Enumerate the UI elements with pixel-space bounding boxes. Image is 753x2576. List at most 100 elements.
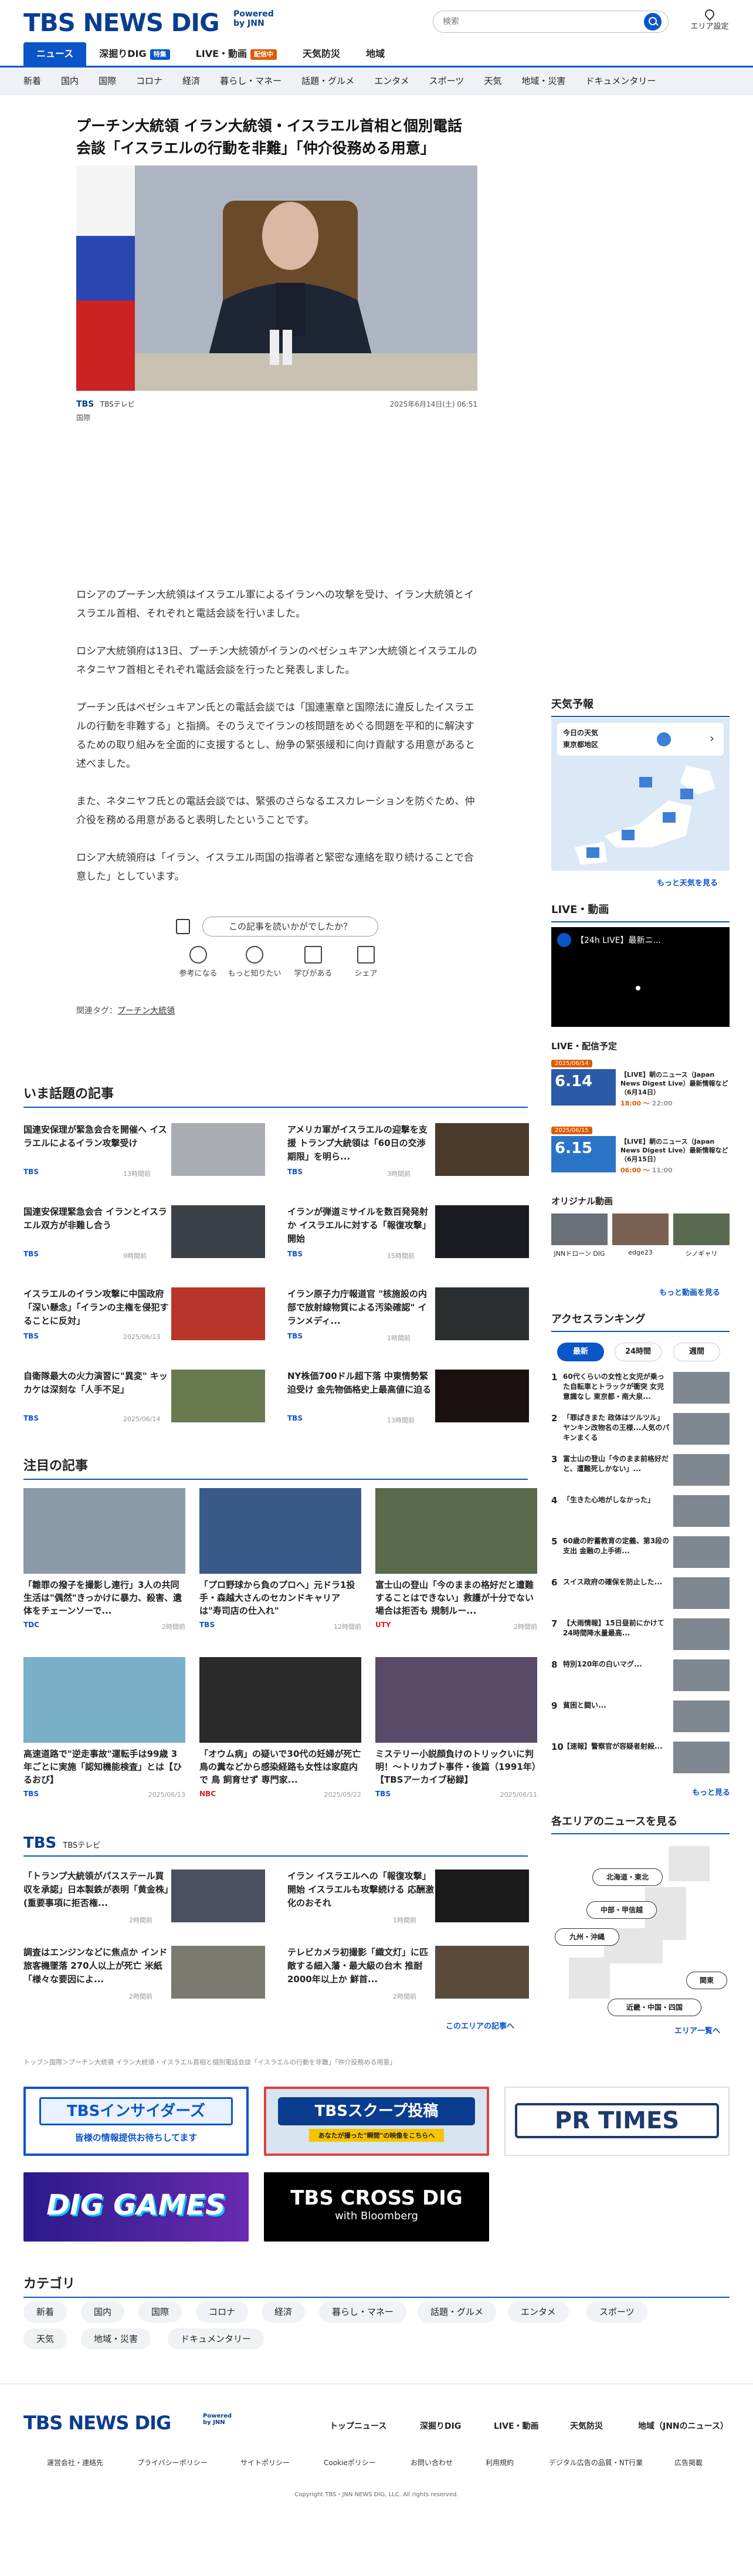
tbs-card[interactable]: 調査はエンジンなどに焦点か インド旅客機墜落 270人以上が死亡 米紙「様々な要… bbox=[23, 1946, 265, 2002]
category-chip[interactable]: 地域・災害 bbox=[81, 2328, 151, 2349]
search-icon[interactable] bbox=[644, 13, 662, 31]
area-button[interactable]: 中部・甲信越 bbox=[586, 1901, 657, 1919]
featured-card[interactable]: 「雛罪の撥子を撮影し連行」3人の共同生活は"偶然"きっかけに暴力、殺害、遺体をチ… bbox=[23, 1488, 185, 1647]
weather-more-link[interactable]: もっと天気を見る bbox=[657, 877, 718, 888]
trending-card[interactable]: イランが弾道ミサイルを数百発発射か イスラエルに対する「報復攻撃」開始 TBS 15… bbox=[287, 1205, 529, 1262]
ranking-item[interactable]: 4 「生きた心地がしなかった」 bbox=[551, 1495, 730, 1530]
category-chip[interactable]: 経済 bbox=[262, 2301, 306, 2323]
footer-nav-item[interactable]: トップニュース bbox=[330, 2420, 386, 2432]
trending-card[interactable]: 国連安保理が緊急会合を開催へ イスラエルによるイラン攻撃受け TBS 13時間前 bbox=[23, 1123, 265, 1179]
tag-link[interactable]: プーチン大統領 bbox=[117, 1006, 175, 1016]
schedule-item[interactable]: 2025/06/15 6.15 【LIVE】朝のニュース（Japan News … bbox=[551, 1123, 730, 1176]
original-video[interactable] bbox=[612, 1213, 669, 1245]
ranking-tab-24h[interactable]: 24時間 bbox=[615, 1343, 662, 1361]
nav-region[interactable]: 地域 bbox=[353, 42, 398, 66]
footer-link[interactable]: プライバシーポリシー bbox=[137, 2457, 208, 2467]
ranking-item[interactable]: 7 【大雨情報】15日昼前にかけて 24時間降水量最高... bbox=[551, 1618, 730, 1654]
tbs-card[interactable]: イラン イスラエルへの「報復攻撃」開始 イスラエルも攻撃続ける 応酬激化のおそれ… bbox=[287, 1870, 529, 1926]
featured-card[interactable]: 富士山の登山「今のままの格好だと遭難することはできない」救護が十分でない場合は拒… bbox=[375, 1488, 537, 1647]
reaction-more[interactable]: もっと知りたい bbox=[225, 946, 284, 978]
subnav-item[interactable]: コロナ bbox=[136, 67, 162, 95]
trending-card[interactable]: アメリカ軍がイスラエルの迎撃を支援 トランプ大統領は「60日の交渉期限」を明ら.… bbox=[287, 1123, 529, 1179]
footer-nav-item[interactable]: LIVE・動画 bbox=[494, 2420, 539, 2432]
reaction-learn[interactable]: 学びがある bbox=[284, 946, 342, 978]
breadcrumb[interactable]: トップ＞国際＞プーチン大統領 イラン大統領・イスラエル首相と個別電話会談「イスラ… bbox=[23, 2057, 727, 2067]
nav-live[interactable]: LIVE・動画 配信中 bbox=[183, 42, 290, 66]
footer-link[interactable]: サイトポリシー bbox=[240, 2457, 290, 2467]
original-more-link[interactable]: もっと動画を見る bbox=[659, 1286, 720, 1297]
subnav-item[interactable]: 国際 bbox=[99, 67, 116, 95]
weather-widget[interactable]: 今日の天気 東京都地区 › bbox=[551, 718, 730, 871]
category-chip[interactable]: 新着 bbox=[23, 2301, 67, 2323]
ranking-item[interactable]: 6 スイス政府の確保を防止した... bbox=[551, 1577, 730, 1612]
trending-card[interactable]: NY株価700ドル超下落 中東情勢緊迫受け 金先物価格史上最高値に迫る TBS 13… bbox=[287, 1370, 529, 1426]
subnav-item[interactable]: 地域・災害 bbox=[521, 67, 565, 95]
reaction-share[interactable]: シェア bbox=[337, 946, 395, 978]
featured-card[interactable]: 「オウム病」の疑いで30代の妊婦が死亡 鳥の糞などから感染経路も女性は家庭内で … bbox=[199, 1657, 361, 1816]
footer-logo[interactable]: TBS NEWS DIG bbox=[23, 2412, 171, 2434]
ranking-more-link[interactable]: もっと見る bbox=[692, 1786, 730, 1797]
tbs-card[interactable]: テレビカメラ初撮影「織文灯」に匹敵する細入藩・最大級の台木 推耐2000年以上か… bbox=[287, 1946, 529, 2002]
footer-nav-item[interactable]: 深掘りDIG bbox=[420, 2420, 461, 2432]
category-chip[interactable]: スポーツ bbox=[586, 2301, 647, 2323]
subnav-item[interactable]: ドキュメンタリー bbox=[585, 67, 656, 95]
ranking-item[interactable]: 1 60代くらいの女性と女児が乗った自転車とトラックが衝突 女児意識なし 東京都・… bbox=[551, 1372, 730, 1407]
ranking-item[interactable]: 5 60歳の貯蓄教育の定義、第3段の支出 金融の上手術... bbox=[551, 1536, 730, 1571]
footer-link[interactable]: Cookieポリシー bbox=[324, 2457, 376, 2467]
footer-link[interactable]: デジタル広告の品質・NT行業 bbox=[549, 2457, 643, 2467]
nav-weather[interactable]: 天気防災 bbox=[290, 42, 353, 66]
subnav-item[interactable]: 話題・グルメ bbox=[301, 67, 354, 95]
subnav-item[interactable]: スポーツ bbox=[429, 67, 464, 95]
original-video[interactable] bbox=[673, 1213, 730, 1245]
live-player[interactable]: 【24h LIVE】最新ニ... bbox=[551, 927, 730, 1027]
featured-card[interactable]: 高速道路で"逆走事故"運転手は99歳 3年ごとに実施「認知機能検査」とは【ひるお… bbox=[23, 1657, 185, 1816]
category-chip[interactable]: 国際 bbox=[138, 2301, 182, 2323]
subnav-item[interactable]: 国内 bbox=[61, 67, 79, 95]
search-input[interactable] bbox=[433, 11, 669, 33]
trending-card[interactable]: 国連安保理緊急会合 イランとイスラエル双方が非難し合う TBS 9時間前 bbox=[23, 1205, 265, 1262]
crossdig-banner[interactable]: TBS CROSS DIG with Bloomberg bbox=[264, 2172, 489, 2242]
subnav-item[interactable]: 天気 bbox=[484, 67, 501, 95]
footer-link[interactable]: 広告掲載 bbox=[674, 2457, 703, 2467]
area-button[interactable]: 北海道・東北 bbox=[592, 1868, 663, 1886]
schedule-item[interactable]: 2025/06/14 6.14 【LIVE】朝のニュース（Japan News … bbox=[551, 1056, 730, 1109]
area-button[interactable]: 近畿・中国・四国 bbox=[608, 1999, 701, 2016]
subnav-item[interactable]: 新着 bbox=[23, 67, 41, 95]
trending-card[interactable]: イラン原子力庁報道官 "核施設の内部で放射線物質による汚染確認" イランメディ.… bbox=[287, 1287, 529, 1344]
ranking-item[interactable]: 8 特別120年の白いマグ... bbox=[551, 1659, 730, 1695]
tbs-more-link[interactable]: このエリアの記事へ bbox=[446, 2020, 514, 2031]
footer-nav-item[interactable]: 天気防災 bbox=[570, 2420, 603, 2432]
area-button[interactable]: 九州・沖縄 bbox=[555, 1928, 619, 1946]
category-chip[interactable]: ドキュメンタリー bbox=[168, 2328, 264, 2349]
trending-card[interactable]: 自衛隊最大の火力演習に"異変" キッカケは深刻な「人手不足」 TBS 2025/06… bbox=[23, 1370, 265, 1426]
diggames-banner[interactable]: DIG GAMES bbox=[23, 2172, 249, 2242]
ranking-item[interactable]: 9 貧困と闘い... bbox=[551, 1701, 730, 1736]
ranking-item[interactable]: 2 「罪ばきまた 政体はツルツル」ヤンキン改物名の王様...人気のパキンまくる bbox=[551, 1413, 730, 1448]
category-chip[interactable]: エンタメ bbox=[508, 2301, 569, 2323]
footer-nav-item[interactable]: 地域（JNNのニュース） bbox=[638, 2420, 728, 2432]
original-video[interactable] bbox=[551, 1213, 608, 1245]
footer-link[interactable]: 利用規約 bbox=[486, 2457, 514, 2467]
featured-card[interactable]: 「プロ野球から負のプロへ」元ドラ1投手・森越大さんのセカンドキャリアは"寿司店の… bbox=[199, 1488, 361, 1647]
category-chip[interactable]: 天気 bbox=[23, 2328, 67, 2349]
scoop-banner[interactable]: TBSスクープ投稿 あなたが撮った"瞬間"の映像をこちらへ bbox=[264, 2087, 489, 2156]
area-setting-button[interactable]: エリア設定 bbox=[689, 7, 730, 31]
subnav-item[interactable]: エンタメ bbox=[374, 67, 409, 95]
insider-banner[interactable]: TBSインサイダーズ 皆様の情報提供お待ちしてます bbox=[23, 2087, 249, 2156]
footer-link[interactable]: お問い合わせ bbox=[411, 2457, 453, 2467]
category-chip[interactable]: 国内 bbox=[81, 2301, 125, 2323]
category-chip[interactable]: 話題・グルメ bbox=[418, 2301, 497, 2323]
category-chip[interactable]: 暮らし・マネー bbox=[319, 2301, 407, 2323]
subnav-item[interactable]: 経済 bbox=[182, 67, 200, 95]
ranking-tab-latest[interactable]: 最新 bbox=[557, 1343, 604, 1361]
trending-card[interactable]: イスラエルのイラン攻撃に中国政府「深い懸念」「イランの主権を侵犯することに反対」… bbox=[23, 1287, 265, 1344]
footer-link[interactable]: 運営会社・連絡先 bbox=[47, 2457, 103, 2467]
featured-card[interactable]: ミステリー小説顔負けのトリックいに判明！〜トリカブト事件・後篇（1991年）【T… bbox=[375, 1657, 537, 1816]
ranking-tab-week[interactable]: 週間 bbox=[673, 1343, 720, 1361]
nav-dig[interactable]: 深掘りDIG 特集 bbox=[86, 42, 182, 66]
area-more-link[interactable]: エリア一覧へ bbox=[674, 2024, 720, 2036]
subnav-item[interactable]: 暮らし・マネー bbox=[220, 67, 281, 95]
ranking-item[interactable]: 10 【速報】警察官が容疑者射殺... bbox=[551, 1742, 730, 1777]
prtimes-banner[interactable]: PR TIMES bbox=[504, 2087, 730, 2156]
article-category[interactable]: 国際 bbox=[76, 413, 477, 422]
